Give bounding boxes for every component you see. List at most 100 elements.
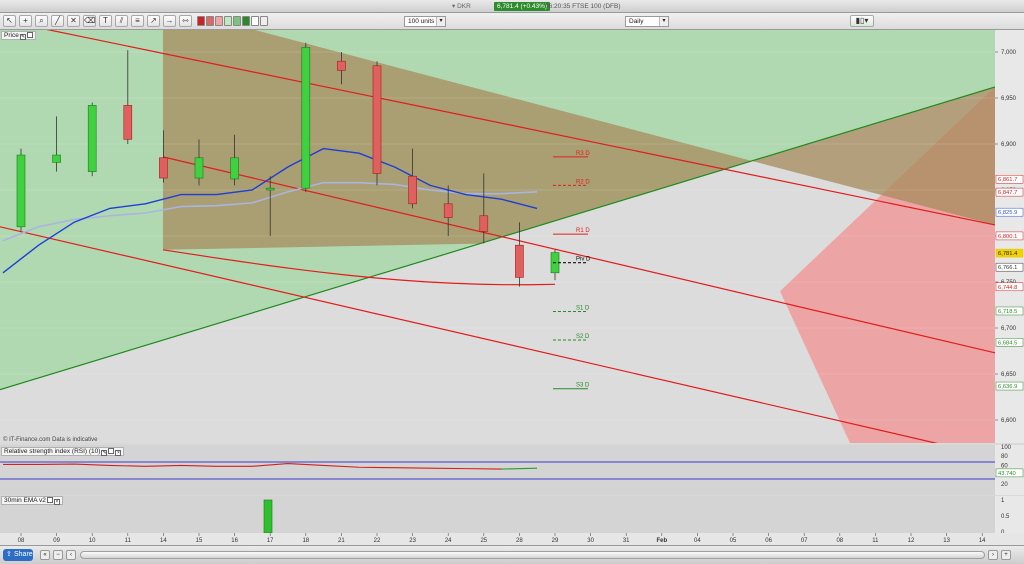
color-swatch-white[interactable] bbox=[251, 16, 259, 26]
app-title-bar: ▾ DKR 6,781.4 (+0.43%) 06:20:35 FTSE 100… bbox=[0, 0, 1024, 13]
candle-body bbox=[443, 203, 453, 218]
candle-body bbox=[52, 154, 61, 163]
color-swatch-lightgreen[interactable] bbox=[224, 16, 232, 26]
candle-body bbox=[265, 187, 275, 191]
candle-body bbox=[87, 105, 97, 172]
x-tick-label: 22 bbox=[374, 538, 381, 544]
x-tick-label: 10 bbox=[89, 538, 96, 544]
x-tick-label: 24 bbox=[445, 538, 452, 544]
x-tick-label: 08 bbox=[18, 538, 25, 544]
price-tag-label: 6,847.7 bbox=[998, 190, 1017, 196]
x-tick-label: 23 bbox=[409, 538, 416, 544]
units-select-value: 100 units bbox=[408, 18, 435, 25]
y-tick-label: 6,650 bbox=[1001, 372, 1017, 378]
fib-tool-icon[interactable]: ≡ bbox=[131, 15, 144, 27]
x-tick-label: 12 bbox=[908, 538, 915, 544]
x-axis-background bbox=[0, 533, 1024, 545]
pivot-label: R3 D bbox=[576, 151, 590, 157]
price-tag-label: 6,781.4 bbox=[998, 251, 1018, 257]
scroll-start-icon[interactable]: « bbox=[40, 550, 50, 560]
ema-tick-label: 0.5 bbox=[1001, 514, 1010, 520]
x-tick-label: 05 bbox=[730, 538, 737, 544]
price-panel-label: Price bbox=[4, 32, 19, 39]
ray-tool-icon[interactable]: → bbox=[163, 15, 176, 27]
candle-body bbox=[372, 65, 382, 174]
scrollbar-thumb[interactable] bbox=[80, 551, 985, 559]
close-icon[interactable]: × bbox=[115, 450, 122, 456]
candle-body bbox=[123, 105, 133, 140]
x-tick-label: 07 bbox=[801, 538, 808, 544]
share-icon: ⇪ bbox=[6, 551, 12, 558]
edit-icon[interactable]: ✎ bbox=[19, 34, 26, 40]
x-tick-label: 13 bbox=[943, 538, 950, 544]
candle-body bbox=[230, 157, 239, 180]
x-tick-label: 09 bbox=[53, 538, 60, 544]
price-tag-label: 6,636.9 bbox=[998, 384, 1017, 390]
color-swatch-grey[interactable] bbox=[260, 16, 268, 26]
ema-panel-title: 30min EMA v2 × bbox=[1, 496, 63, 505]
x-tick-label: 18 bbox=[302, 538, 309, 544]
candlestick-icon[interactable]: ▮▯▾ bbox=[850, 15, 874, 27]
zoom-in-icon[interactable]: + bbox=[1001, 550, 1011, 560]
zoom-tool-icon[interactable]: ⌕ bbox=[35, 15, 48, 27]
instrument-name[interactable]: ▾ DKR bbox=[452, 2, 471, 11]
x-tick-label: 29 bbox=[552, 538, 559, 544]
text-tool-icon[interactable]: T bbox=[99, 15, 112, 27]
pivot-label: Piv D bbox=[576, 257, 591, 263]
share-button[interactable]: ⇪ Share bbox=[3, 549, 33, 561]
scroll-left-icon[interactable]: ‹ bbox=[66, 550, 76, 560]
zoom-out-icon[interactable]: − bbox=[53, 550, 63, 560]
instrument-description: 06:20:35 FTSE 100 (DFB) bbox=[545, 3, 621, 10]
color-swatch-lightred[interactable] bbox=[206, 16, 214, 26]
candle-body bbox=[194, 157, 204, 179]
x-tick-label: 17 bbox=[267, 538, 274, 544]
x-axis: 08 09 10 11 14 15 16 17 18 21 22 23 24 25 28 29 30 31 Feb 0… bbox=[0, 533, 1024, 545]
scroll-right-icon[interactable]: › bbox=[988, 550, 998, 560]
close-icon[interactable]: × bbox=[53, 499, 60, 505]
pivot-label: S2 D bbox=[576, 334, 590, 340]
pivot-label: S3 D bbox=[576, 383, 590, 389]
color-swatch-green[interactable] bbox=[233, 16, 241, 26]
x-tick-label: 14 bbox=[979, 538, 986, 544]
crosshair-tool-icon[interactable]: + bbox=[19, 15, 32, 27]
price-tag-label: 6,766.1 bbox=[998, 265, 1017, 271]
edit-icon[interactable]: ✎ bbox=[101, 450, 108, 456]
y-tick-label: 6,900 bbox=[1001, 142, 1017, 148]
maximize-icon[interactable] bbox=[108, 448, 115, 454]
color-swatch-pink[interactable] bbox=[215, 16, 223, 26]
color-swatch-darkgreen[interactable] bbox=[242, 16, 250, 26]
x-tick-label: 31 bbox=[623, 538, 630, 544]
ema-signal-bar bbox=[263, 499, 273, 534]
price-tag-label: 6,684.5 bbox=[998, 340, 1017, 346]
data-footnote: © IT-Finance.com Data is indicative bbox=[3, 437, 98, 443]
x-tick-label: Feb bbox=[656, 538, 667, 544]
pointer-tool-icon[interactable]: ↖ bbox=[3, 15, 16, 27]
arrow-tool-icon[interactable]: ↗ bbox=[147, 15, 160, 27]
x-tick-label: 06 bbox=[765, 538, 772, 544]
y-tick-label: 6,600 bbox=[1001, 418, 1017, 424]
price-panel: R3 D R2 D R1 D Piv D S1 D S2 D S3 D 7,000 6,950… bbox=[0, 30, 1024, 443]
ema-panel-label: 30min EMA v2 bbox=[4, 497, 46, 504]
timeframe-select-value: Daily bbox=[629, 18, 644, 25]
maximize-icon[interactable] bbox=[46, 497, 53, 503]
draw-line-tool-icon[interactable]: ╱ bbox=[51, 15, 64, 27]
maximize-icon[interactable] bbox=[26, 32, 33, 38]
chart-area[interactable]: R3 D R2 D R1 D Piv D S1 D S2 D S3 D 7,000 6,950… bbox=[0, 30, 1024, 545]
channel-tool-icon[interactable]: ⫽ bbox=[115, 15, 128, 27]
y-tick-label: 7,000 bbox=[1001, 50, 1017, 56]
pivot-label: S1 D bbox=[576, 305, 590, 311]
delete-drawing-icon[interactable]: ✕ bbox=[67, 15, 80, 27]
candle-body bbox=[515, 244, 524, 278]
price-panel-title: Price ✎ bbox=[1, 31, 36, 40]
price-tag-label: 6,718.5 bbox=[998, 309, 1017, 315]
color-swatch-red[interactable] bbox=[197, 16, 205, 26]
share-label: Share bbox=[14, 551, 33, 558]
ema-axis-background bbox=[995, 496, 1024, 533]
x-tick-label: 11 bbox=[872, 538, 879, 544]
timeframe-select[interactable]: Daily ▾ bbox=[625, 16, 669, 27]
ema-panel: 10.50 bbox=[0, 496, 1024, 536]
units-select[interactable]: 100 units ▾ bbox=[404, 16, 446, 27]
candle-body bbox=[479, 215, 489, 232]
trash-icon[interactable]: ⌫ bbox=[83, 15, 96, 27]
measure-tool-icon[interactable]: ⇿ bbox=[179, 15, 192, 27]
